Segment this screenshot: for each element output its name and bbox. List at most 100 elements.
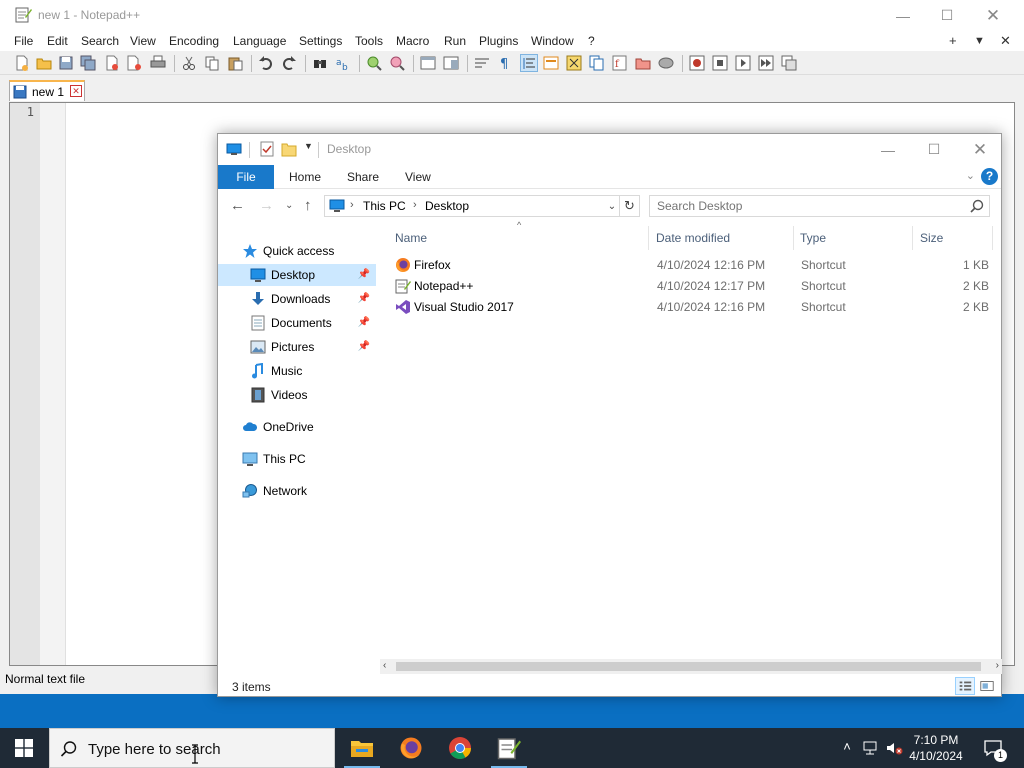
breadcrumb-this-pc[interactable]: This PC — [363, 199, 406, 213]
ribbon-tab-view[interactable]: View — [405, 170, 431, 184]
breadcrumb-desktop[interactable]: Desktop — [425, 199, 469, 213]
notepadpp-titlebar[interactable]: new 1 - Notepad++ — ☐ ✕ — [0, 0, 1024, 31]
close-doc-button[interactable]: ✕ — [1000, 33, 1011, 49]
replace-icon[interactable]: ab — [335, 55, 351, 71]
menu-view[interactable]: View — [130, 34, 156, 48]
close-all-icon[interactable] — [126, 55, 142, 71]
network-status-icon[interactable] — [862, 739, 880, 757]
menu-encoding[interactable]: Encoding — [169, 34, 219, 48]
menu-file[interactable]: File — [14, 34, 33, 48]
taskbar-chrome[interactable] — [438, 728, 482, 768]
redo-icon[interactable] — [281, 55, 297, 71]
taskbar-notepadpp[interactable] — [487, 728, 531, 768]
column-divider[interactable] — [648, 226, 649, 250]
file-row-firefox[interactable]: Firefox 4/10/2024 12:16 PM Shortcut 1 KB — [391, 255, 991, 275]
nav-documents[interactable]: Documents 📌 — [218, 312, 376, 334]
column-header-name[interactable]: Name — [395, 231, 427, 245]
find-icon[interactable] — [312, 55, 328, 71]
customize-qat-chevron-icon[interactable]: ▼ — [304, 141, 313, 151]
menu-tools[interactable]: Tools — [355, 34, 383, 48]
taskbar-clock-date[interactable]: 4/10/2024 — [905, 749, 967, 763]
menu-search[interactable]: Search — [81, 34, 119, 48]
cut-icon[interactable] — [181, 55, 197, 71]
save-macro-icon[interactable] — [781, 55, 797, 71]
record-macro-icon[interactable] — [689, 55, 705, 71]
column-header-type[interactable]: Type — [800, 231, 826, 245]
nav-videos[interactable]: Videos — [218, 384, 376, 406]
menu-run[interactable]: Run — [444, 34, 466, 48]
pin-icon[interactable]: 📌 — [358, 317, 370, 328]
undo-icon[interactable] — [258, 55, 274, 71]
column-divider[interactable] — [912, 226, 913, 250]
folder-workspace-icon[interactable] — [635, 55, 651, 71]
scrollbar-thumb[interactable] — [396, 662, 981, 671]
column-header-date[interactable]: Date modified — [656, 231, 730, 245]
nav-quick-access[interactable]: Quick access — [218, 240, 376, 262]
explorer-minimize-button[interactable]: — — [865, 134, 911, 165]
nav-downloads[interactable]: Downloads 📌 — [218, 288, 376, 310]
up-arrow-icon[interactable]: ↑ — [304, 197, 312, 214]
word-wrap-icon[interactable] — [474, 55, 490, 71]
column-divider[interactable] — [992, 226, 993, 250]
taskbar-firefox[interactable] — [389, 728, 433, 768]
monitoring-icon[interactable] — [658, 55, 674, 71]
tab-close-icon[interactable]: ✕ — [70, 85, 82, 97]
start-button[interactable] — [0, 728, 48, 768]
search-box[interactable] — [649, 195, 990, 217]
maximize-button[interactable]: ☐ — [924, 0, 970, 31]
pin-icon[interactable]: 📌 — [358, 269, 370, 280]
column-header-size[interactable]: Size — [920, 231, 943, 245]
large-icons-view-icon[interactable] — [977, 677, 997, 695]
paste-icon[interactable] — [227, 55, 243, 71]
copy-icon[interactable] — [204, 55, 220, 71]
ribbon-tab-share[interactable]: Share — [347, 170, 379, 184]
open-folder-icon[interactable] — [36, 55, 52, 71]
menu-language[interactable]: Language — [233, 34, 286, 48]
show-hidden-icons-chevron-icon[interactable]: ˄ — [838, 739, 856, 757]
run-macro-multiple-icon[interactable] — [758, 55, 774, 71]
function-list-icon[interactable]: f — [612, 55, 628, 71]
address-bar[interactable]: › This PC › Desktop — [324, 195, 620, 217]
menu-edit[interactable]: Edit — [47, 34, 68, 48]
save-icon[interactable] — [58, 55, 74, 71]
refresh-icon[interactable]: ↻ — [620, 195, 640, 217]
help-icon[interactable]: ? — [981, 168, 998, 185]
menu-settings[interactable]: Settings — [299, 34, 342, 48]
volume-muted-icon[interactable] — [885, 739, 903, 757]
explorer-titlebar[interactable]: ▼ Desktop — ☐ ✕ — [218, 134, 1001, 165]
scroll-left-icon[interactable]: ‹ — [383, 660, 386, 671]
indent-guide-icon[interactable] — [520, 54, 538, 72]
file-row-visual-studio[interactable]: Visual Studio 2017 4/10/2024 12:16 PM Sh… — [391, 297, 991, 317]
document-map-icon[interactable] — [566, 55, 582, 71]
show-all-chars-icon[interactable]: ¶ — [497, 55, 513, 71]
stop-macro-icon[interactable] — [712, 55, 728, 71]
tab-list-button[interactable]: ▼ — [974, 35, 985, 47]
ribbon-tab-file[interactable]: File — [218, 165, 274, 189]
ribbon-tab-home[interactable]: Home — [289, 170, 321, 184]
expand-ribbon-chevron-icon[interactable]: ⌄ — [966, 169, 975, 182]
print-icon[interactable] — [150, 55, 166, 71]
user-language-icon[interactable] — [543, 55, 559, 71]
sync-vertical-icon[interactable] — [420, 55, 436, 71]
properties-icon[interactable] — [259, 141, 275, 157]
taskbar-file-explorer[interactable] — [340, 728, 384, 768]
menu-help[interactable]: ? — [588, 34, 595, 48]
minimize-button[interactable]: — — [880, 0, 926, 31]
menu-macro[interactable]: Macro — [396, 34, 429, 48]
tab-new-1[interactable]: new 1 ✕ — [9, 80, 85, 101]
save-all-icon[interactable] — [80, 55, 96, 71]
close-file-icon[interactable] — [104, 55, 120, 71]
nav-this-pc[interactable]: This PC — [218, 448, 376, 470]
details-view-icon[interactable] — [955, 677, 975, 695]
nav-music[interactable]: Music — [218, 360, 376, 382]
close-button[interactable]: ✕ — [970, 0, 1016, 31]
nav-network[interactable]: Network — [218, 480, 376, 502]
file-row-notepadpp[interactable]: Notepad++ 4/10/2024 12:17 PM Shortcut 2 … — [391, 276, 991, 296]
document-list-icon[interactable] — [589, 55, 605, 71]
search-input[interactable] — [650, 196, 960, 216]
nav-desktop[interactable]: Desktop 📌 — [218, 264, 376, 286]
new-tab-button[interactable]: + — [949, 33, 957, 48]
horizontal-scrollbar[interactable]: ‹ › — [380, 659, 1002, 674]
recent-locations-chevron-icon[interactable]: ⌄ — [285, 200, 293, 211]
pin-icon[interactable]: 📌 — [358, 341, 370, 352]
